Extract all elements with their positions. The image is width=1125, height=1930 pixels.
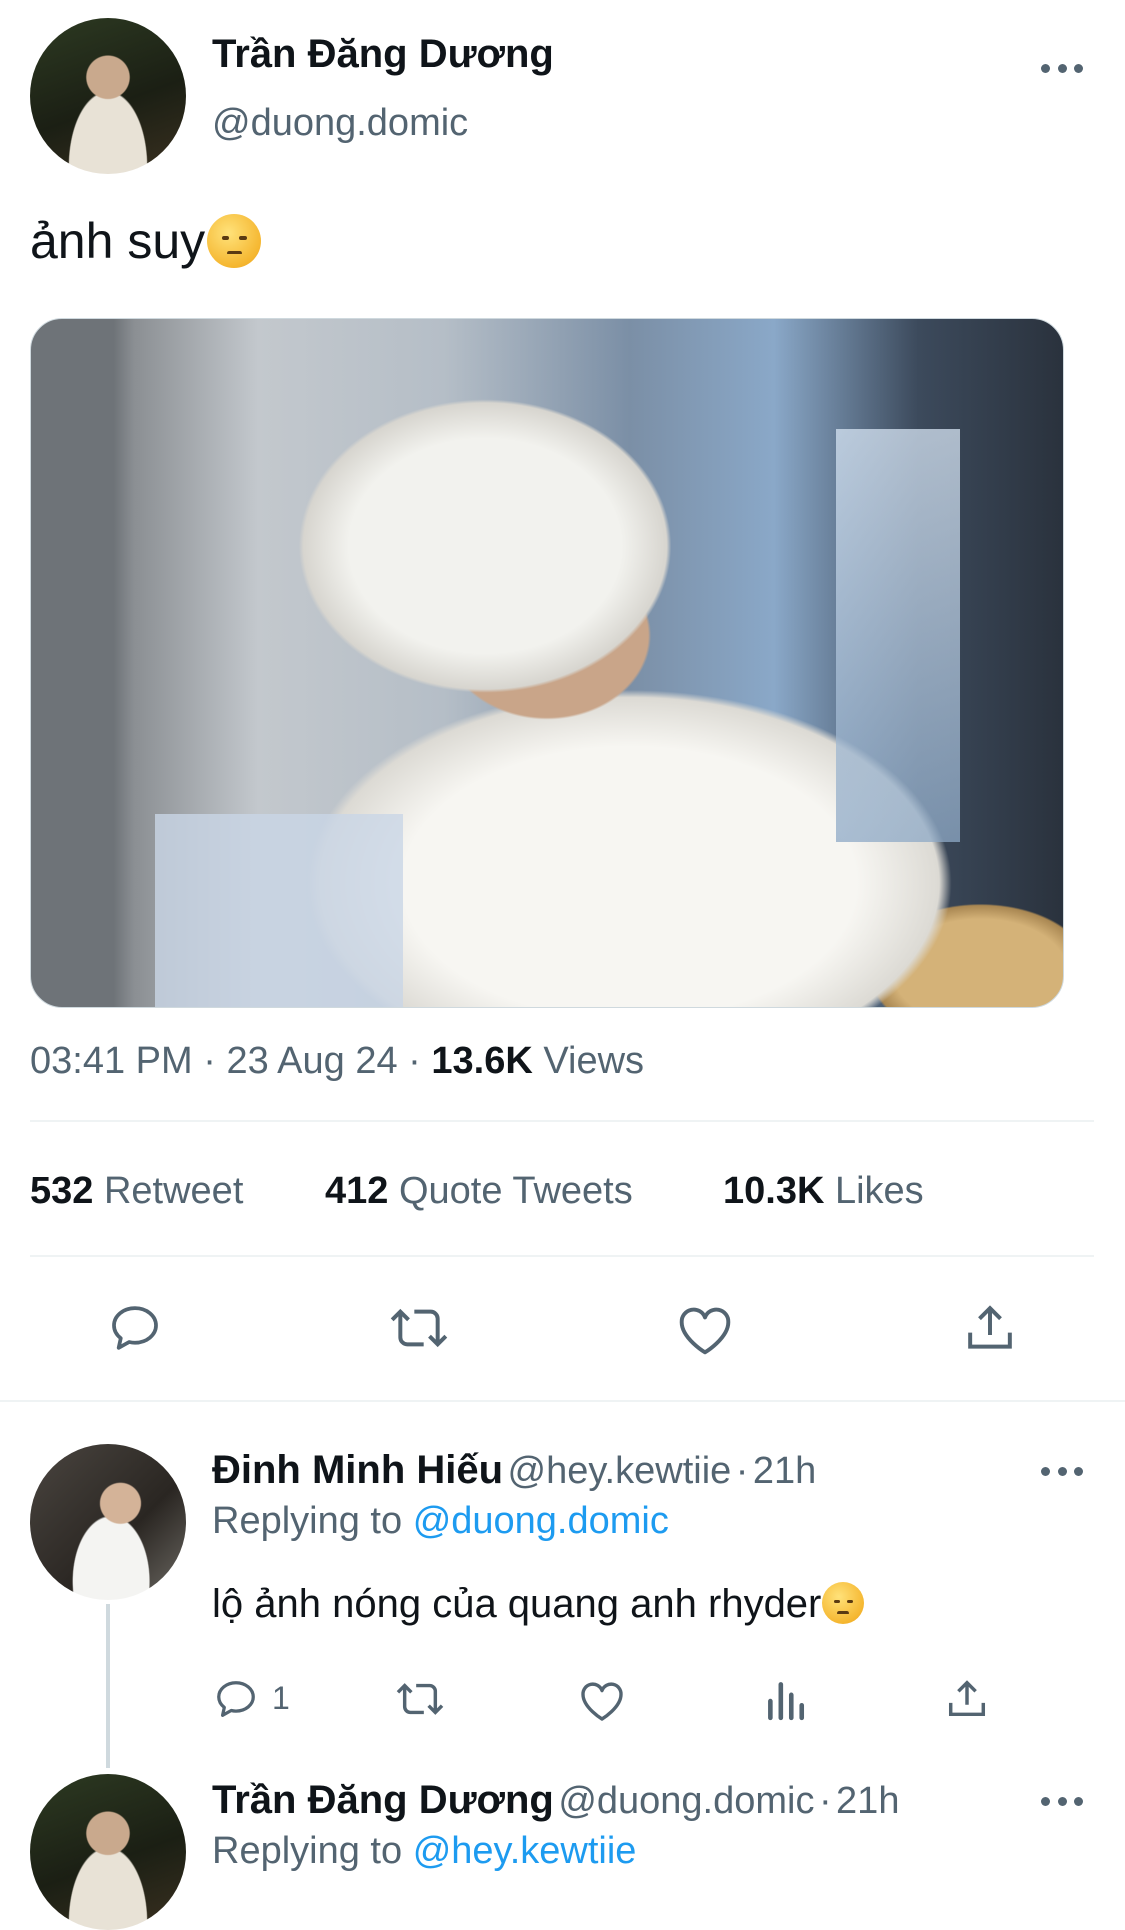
tweet-date[interactable]: 23 Aug 24: [226, 1040, 397, 1082]
replying-to: Replying to @duong.domic: [212, 1500, 669, 1543]
replying-to-handle[interactable]: @duong.domic: [413, 1500, 669, 1542]
reply-age[interactable]: 21h: [836, 1780, 899, 1822]
tweet-text-content: ảnh suy: [30, 213, 206, 269]
quote-label: Quote Tweets: [398, 1170, 633, 1212]
analytics-bar-chart-icon[interactable]: [764, 1676, 806, 1722]
replying-to-handle[interactable]: @hey.kewtiie: [413, 1830, 637, 1872]
frowning-face-emoji-icon: [822, 1582, 865, 1625]
reply-icon[interactable]: [212, 1676, 260, 1722]
reply-text-content: lộ ảnh nóng của quang anh rhyder: [212, 1582, 822, 1626]
quote-tweets-stat[interactable]: 412 Quote Tweets: [325, 1170, 633, 1213]
tweet-meta: 03:41 PM · 23 Aug 24 · 13.6K Views: [30, 1040, 644, 1083]
retweet-stat[interactable]: 532 Retweet: [30, 1170, 243, 1213]
like-heart-icon[interactable]: [578, 1678, 626, 1722]
share-icon[interactable]: [962, 1300, 1018, 1356]
tweet-photo[interactable]: [30, 318, 1064, 1008]
divider: [30, 1120, 1094, 1122]
replying-to-label: Replying to: [212, 1500, 403, 1542]
reply-author-handle[interactable]: @duong.domic: [558, 1780, 814, 1822]
author-avatar[interactable]: [30, 18, 186, 174]
retweet-label: Retweet: [103, 1170, 244, 1212]
reply-header: Đinh Minh Hiếu @hey.kewtiie · 21h: [212, 1448, 816, 1493]
reply-more-options-icon[interactable]: [1041, 1467, 1083, 1477]
reply-header: Trần Đăng Dương @duong.domic · 21h: [212, 1778, 899, 1823]
reply-more-options-icon[interactable]: [1041, 1797, 1083, 1807]
retweet-icon[interactable]: [392, 1676, 448, 1722]
reply-author-handle[interactable]: @hey.kewtiie: [508, 1450, 732, 1492]
reply-count: 1: [272, 1680, 290, 1716]
reply-avatar[interactable]: [30, 1774, 186, 1930]
disappointed-face-emoji-icon: [207, 213, 262, 268]
meta-separator: ·: [408, 1040, 421, 1082]
tweet-time[interactable]: 03:41 PM: [30, 1040, 193, 1082]
reply-text: lộ ảnh nóng của quang anh rhyder: [212, 1582, 865, 1627]
likes-stat[interactable]: 10.3K Likes: [723, 1170, 924, 1213]
share-icon[interactable]: [944, 1676, 990, 1722]
thread-line: [106, 1604, 110, 1768]
reply-age[interactable]: 21h: [753, 1450, 816, 1492]
divider: [30, 1255, 1094, 1257]
replying-to: Replying to @hey.kewtiie: [212, 1830, 636, 1873]
author-name[interactable]: Trần Đăng Dương: [212, 32, 554, 77]
tweet-text: ảnh suy: [30, 212, 262, 270]
author-handle[interactable]: @duong.domic: [212, 102, 468, 145]
views-label: Views: [543, 1040, 645, 1082]
reply-author-name[interactable]: Trần Đăng Dương: [212, 1778, 554, 1822]
reply-icon[interactable]: [106, 1300, 164, 1356]
reply-avatar[interactable]: [30, 1444, 186, 1600]
views-count: 13.6K: [431, 1040, 533, 1082]
retweet-count: 532: [30, 1170, 94, 1212]
replying-to-label: Replying to: [212, 1830, 403, 1872]
reply-separator: ·: [735, 1450, 749, 1492]
section-divider: [0, 1400, 1125, 1402]
reply-separator: ·: [818, 1780, 832, 1822]
reply-author-name[interactable]: Đinh Minh Hiếu: [212, 1448, 503, 1492]
meta-separator: ·: [203, 1040, 216, 1082]
like-heart-icon[interactable]: [675, 1302, 735, 1356]
retweet-icon[interactable]: [385, 1300, 453, 1356]
more-options-icon[interactable]: [1041, 64, 1083, 74]
likes-count: 10.3K: [723, 1170, 825, 1212]
quote-count: 412: [325, 1170, 389, 1212]
likes-label: Likes: [834, 1170, 924, 1212]
